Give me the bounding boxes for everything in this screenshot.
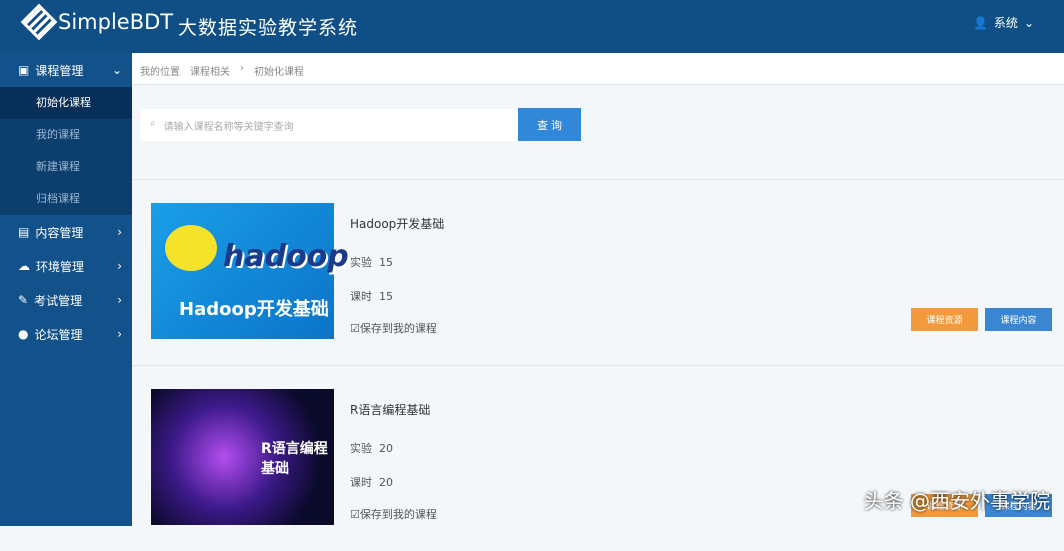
breadcrumb: 我的位置 课程相关 › 初始化课程: [132, 53, 1064, 85]
placeholder: 请输入课程名称等关键字查询: [163, 122, 294, 133]
course-title[interactable]: R语言编程基础: [350, 401, 430, 418]
elephant-icon: [165, 225, 217, 271]
sidebar-item-forum[interactable]: ● 论坛管理 ›: [0, 317, 132, 351]
chevron-right-icon: ›: [117, 293, 122, 307]
sidebar-item-course[interactable]: ▣ 课程管理 ⌄: [0, 53, 132, 87]
crumb: 初始化课程: [254, 67, 304, 78]
sidebar-item-exam[interactable]: ✎ 考试管理 ›: [0, 283, 132, 317]
sidebar-item-content[interactable]: ▤ 内容管理 ›: [0, 215, 132, 249]
save-checkbox[interactable]: ☑保存到我的课程: [350, 320, 437, 336]
submenu-archived-course[interactable]: 归档课程: [0, 183, 132, 215]
exam-icon: ✎: [18, 293, 29, 307]
crumb: 我的位置: [140, 67, 180, 78]
logo[interactable]: SimpleBDT: [20, 3, 174, 41]
label: 考试管理: [34, 293, 83, 308]
label: 环境管理: [36, 259, 85, 274]
chevron-down-icon: ⌄: [111, 63, 122, 77]
search-icon: ⌕: [150, 118, 156, 129]
course-image[interactable]: hadoop Hadoop开发基础: [151, 203, 349, 339]
crumb[interactable]: 课程相关: [190, 63, 230, 78]
header: SimpleBDT 大数据实验教学系统 👤 系统 ⌄: [0, 0, 1064, 53]
sidebar: ▣ 课程管理 ⌄ 初始化课程 我的课程 新建课程 归档课程 ▤ 内容管理 › ☁ 环境管理…: [0, 53, 132, 526]
sidebar-item-env[interactable]: ☁ 环境管理 ›: [0, 249, 132, 283]
user-menu[interactable]: 👤 系统 ⌄: [973, 14, 1034, 31]
image-text: R语言编程基础: [261, 441, 328, 477]
search-input[interactable]: ⌕ 请输入课程名称等关键字查询: [140, 109, 518, 141]
hours-count: 课时 20: [350, 476, 393, 489]
label: 课程管理: [35, 63, 84, 78]
course-resource-button[interactable]: 课程资源: [911, 308, 978, 331]
logo-text: SimpleBDT: [58, 10, 174, 34]
system-title: 大数据实验教学系统: [178, 17, 359, 39]
chevron-right-icon: ›: [117, 327, 122, 341]
submenu-new-course[interactable]: 新建课程: [0, 151, 132, 183]
submenu-init-course[interactable]: 初始化课程: [0, 87, 132, 119]
course-image[interactable]: R语言编程基础: [151, 389, 334, 525]
exp-count: 实验 20: [350, 442, 393, 455]
user-name: 系统: [993, 16, 1018, 30]
submenu: 初始化课程 我的课程 新建课程 归档课程: [0, 87, 132, 215]
image-logo: hadoop: [223, 239, 349, 274]
cloud-icon: ☁: [18, 259, 30, 273]
label: 内容管理: [35, 225, 84, 240]
main: 我的位置 课程相关 › 初始化课程 ⌕ 请输入课程名称等关键字查询 查 询 hadoop…: [132, 53, 1064, 526]
label: 论坛管理: [34, 327, 83, 342]
course-card: R语言编程基础 R语言编程基础 实验 20 课时 20 ☑保存到我的课程 课程资…: [132, 365, 1064, 551]
separator: ›: [240, 63, 244, 74]
search-button[interactable]: 查 询: [518, 108, 581, 141]
logo-icon: [20, 3, 58, 41]
image-text: Hadoop开发基础: [179, 299, 329, 320]
chevron-right-icon: ›: [117, 259, 122, 273]
course-title[interactable]: Hadoop开发基础: [350, 215, 444, 232]
exp-count: 实验 15: [350, 256, 393, 269]
watermark: 头条 @西安外事学院: [863, 489, 1050, 513]
chevron-right-icon: ›: [117, 225, 122, 239]
user-icon: 👤: [972, 15, 988, 30]
course-card: hadoop Hadoop开发基础 Hadoop开发基础 实验 15 课时 15 …: [132, 179, 1064, 365]
bag-icon: ▣: [18, 63, 30, 77]
chevron-down-icon: ⌄: [1023, 15, 1034, 30]
save-checkbox[interactable]: ☑保存到我的课程: [350, 506, 437, 522]
course-content-button[interactable]: 课程内容: [985, 308, 1052, 331]
chat-icon: ●: [18, 327, 29, 341]
hours-count: 课时 15: [350, 290, 393, 303]
file-icon: ▤: [18, 225, 30, 239]
submenu-my-course[interactable]: 我的课程: [0, 119, 132, 151]
